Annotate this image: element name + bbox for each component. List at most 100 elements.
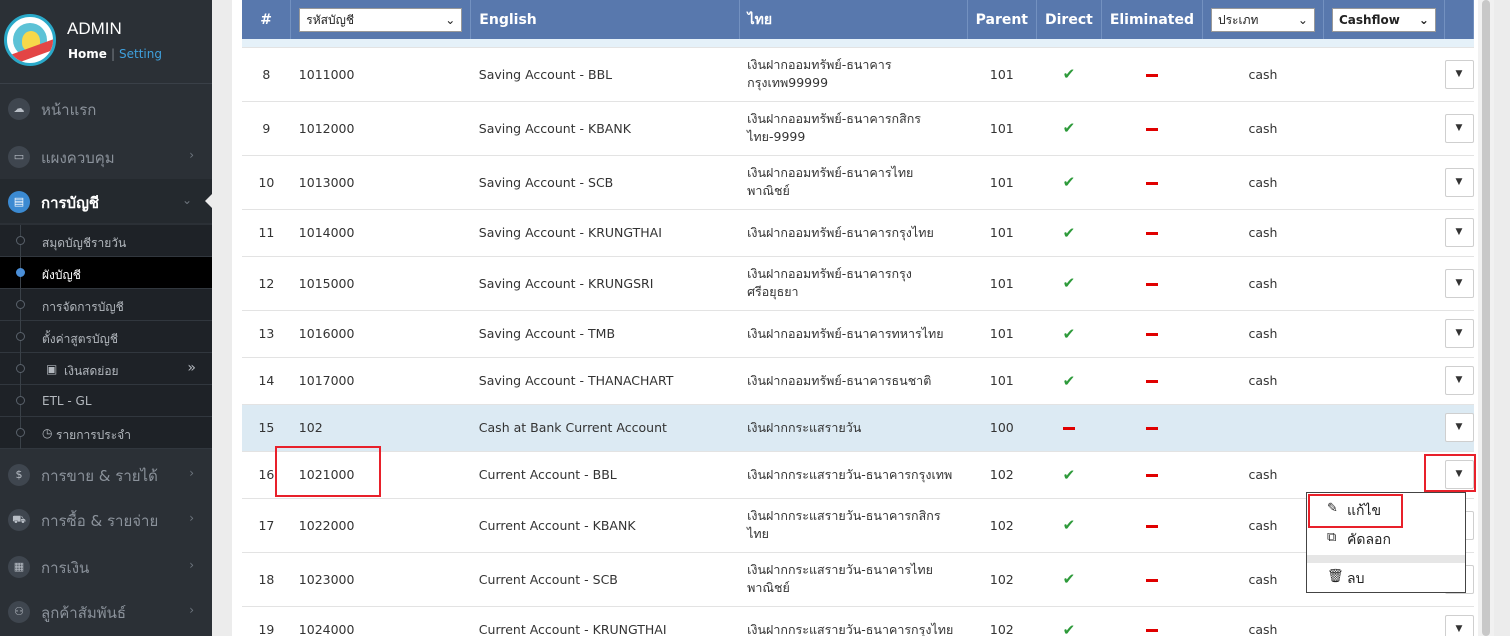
- cashflow-type: [1202, 404, 1324, 452]
- row-dropdown-button[interactable]: ▼: [1444, 413, 1474, 442]
- dash-icon: [1145, 181, 1158, 185]
- row-num: 12: [242, 256, 291, 311]
- menu-item-copy[interactable]: ⧉ คัดลอก: [1307, 525, 1465, 553]
- dash-icon: [1145, 73, 1158, 77]
- thai-name-line1: เงินฝากออมทรัพย์-ธนาคารไทย: [747, 165, 914, 180]
- actions-cell: ▼: [1444, 209, 1474, 257]
- subnav-item-chart-of-accounts[interactable]: ผังบัญชี: [0, 257, 212, 289]
- subnav-item-petty-cash[interactable]: ▣ เงินสดย่อย »: [0, 353, 212, 385]
- direct-flag: ✔: [1036, 155, 1102, 210]
- dash-icon: [1145, 232, 1158, 235]
- parent-code: 102: [967, 552, 1037, 607]
- subnav-item-etl-gl[interactable]: ETL - GL: [0, 385, 212, 417]
- eliminated-flag: [1101, 101, 1203, 156]
- cashflow-cell: [1323, 209, 1445, 257]
- table-row[interactable]: 11 1014000 Saving Account - KRUNGTHAI เงินฝ…: [242, 209, 1474, 257]
- nav-item-home[interactable]: ☁ หน้าแรก: [0, 86, 212, 130]
- thai-name: เงินฝากออมทรัพย์-ธนาคารทหารไทย: [739, 310, 968, 358]
- check-icon: ✔: [1062, 173, 1076, 191]
- dash-icon: [1145, 578, 1158, 582]
- parent-code: 101: [967, 47, 1037, 102]
- subnav-item-account-formula[interactable]: ตั้งค่าสูตรบัญชี: [0, 321, 212, 353]
- eliminated-flag: [1101, 498, 1203, 553]
- english-name: Cash at Bank Current Account: [470, 404, 740, 452]
- subnav-item-account-management[interactable]: การจัดการบัญชี: [0, 289, 212, 321]
- table-row[interactable]: 9 1012000 Saving Account - KBANK เงินฝากออม…: [242, 101, 1474, 156]
- highlight-box-code: [275, 446, 381, 497]
- account-code: 1013000: [290, 155, 471, 210]
- cashflow-type: cash: [1202, 209, 1324, 257]
- nav-item-crm[interactable]: ⚇ ลูกค้าสัมพันธ์ ›: [0, 589, 212, 633]
- table-row[interactable]: 14 1017000 Saving Account - THANACHART เงิน…: [242, 357, 1474, 405]
- col-parent: Parent: [967, 0, 1038, 39]
- dollar-icon: $: [8, 464, 30, 486]
- active-caret: [205, 194, 212, 208]
- vertical-scrollbar[interactable]: [1478, 0, 1494, 636]
- thai-name: เงินฝากกระแสรายวัน-ธนาคารไทย พาณิชย์: [739, 552, 968, 607]
- nav-item-sales[interactable]: $ การขาย & รายได้ ›: [0, 452, 212, 496]
- check-icon: ✔: [1062, 620, 1076, 636]
- row-dropdown-button[interactable]: ▼: [1444, 268, 1474, 298]
- clock-icon: ◷: [42, 426, 53, 440]
- row-dropdown-button[interactable]: ▼: [1444, 218, 1474, 247]
- parent-code: 101: [967, 310, 1037, 358]
- thai-name-line1: เงินฝากออมทรัพย์-ธนาคารทหารไทย: [747, 325, 944, 341]
- home-link[interactable]: Home: [68, 47, 107, 61]
- account-code: 1016000: [290, 310, 471, 358]
- table-row[interactable]: 12 1015000 Saving Account - KRUNGSRI เงินฝา…: [242, 256, 1474, 311]
- bullet-icon: [16, 236, 25, 245]
- nav-item-purchases[interactable]: ⛟ การซื้อ & รายจ่าย ›: [0, 497, 212, 541]
- dash-icon: [1145, 524, 1158, 528]
- chevron-down-icon: ⌄: [1418, 12, 1429, 27]
- subnav-label: ผังบัญชี: [42, 268, 81, 282]
- english-name: Saving Account - KRUNGTHAI: [470, 209, 740, 257]
- direct-flag: [1036, 404, 1102, 452]
- table-row[interactable]: 19 1024000 Current Account - KRUNGTHAI เงิน…: [242, 606, 1474, 636]
- code-filter-select[interactable]: รหัสบัญชี ⌄: [299, 7, 463, 32]
- table-row[interactable]: 18 1023000 Current Account - SCB เงินฝากกระ…: [242, 552, 1474, 607]
- row-dropdown-button[interactable]: ▼: [1444, 59, 1474, 89]
- thai-name: เงินฝากออมทรัพย์-ธนาคารธนชาติ: [739, 357, 968, 405]
- thai-name: เงินฝากออมทรัพย์-ธนาคารกสิกร ไทย-9999: [739, 101, 968, 156]
- row-dropdown-button[interactable]: ▼: [1444, 167, 1474, 197]
- nav-label: หน้าแรก: [41, 101, 97, 119]
- table-row[interactable]: 17 1022000 Current Account - KBANK เงินฝากก…: [242, 498, 1474, 553]
- thai-name-line2: กรุงเทพ99999: [747, 75, 829, 90]
- table-row[interactable]: 16 1021000 Current Account - BBL เงินฝากกระ…: [242, 451, 1474, 499]
- thai-name-line1: เงินฝากออมทรัพย์-ธนาคารธนชาติ: [747, 372, 932, 388]
- chevron-right-icon: ›: [189, 558, 194, 572]
- table-row[interactable]: 10 1013000 Saving Account - SCB เงินฝากออมท…: [242, 155, 1474, 210]
- nav-item-accounting[interactable]: ▤ การบัญชี ⌄: [0, 179, 212, 223]
- setting-link[interactable]: Setting: [119, 47, 162, 61]
- dash-icon: [1062, 427, 1075, 430]
- row-dropdown-button[interactable]: ▼: [1444, 615, 1474, 636]
- chevron-right-icon: ›: [189, 511, 194, 525]
- nav-item-finance[interactable]: ▦ การเงิน ›: [0, 544, 212, 588]
- type-filter-select[interactable]: ประเภท ⌄: [1210, 7, 1315, 32]
- table-row[interactable]: 8 1011000 Saving Account - BBL เงินฝากออมทร…: [242, 47, 1474, 102]
- check-icon: ✔: [1062, 465, 1076, 484]
- subnav-item-recurring[interactable]: ◷ รายการประจำ: [0, 417, 212, 449]
- row-dropdown-button[interactable]: ▼: [1444, 366, 1474, 395]
- row-num: 9: [242, 101, 291, 156]
- parent-code: 100: [967, 404, 1037, 452]
- row-dropdown-button[interactable]: ▼: [1444, 113, 1474, 143]
- row-num: 15: [242, 404, 291, 452]
- parent-code: 102: [967, 498, 1037, 553]
- row-dropdown-button[interactable]: ▼: [1444, 319, 1474, 348]
- thai-name-line1: เงินฝากออมทรัพย์-ธนาคารกรุงไทย: [747, 224, 934, 240]
- table-row[interactable]: 15 102 Cash at Bank Current Account เงินฝาก…: [242, 404, 1474, 452]
- dash-icon: [1145, 333, 1158, 336]
- account-code: 1017000: [290, 357, 471, 405]
- english-name: Current Account - BBL: [470, 451, 740, 499]
- thai-name: เงินฝากออมทรัพย์-ธนาคารไทย พาณิชย์: [739, 155, 968, 210]
- brand-header: ADMIN Home | Setting: [0, 0, 212, 84]
- menu-item-delete[interactable]: 🗑 ลบ: [1307, 564, 1465, 592]
- row-num: 17: [242, 498, 291, 553]
- cashflow-filter-select[interactable]: Cashflow ⌄: [1331, 7, 1436, 32]
- table-row[interactable]: 13 1016000 Saving Account - TMB เงินฝากออมท…: [242, 310, 1474, 358]
- nav-item-dashboard[interactable]: ▭ แผงควบคุม ›: [0, 134, 212, 178]
- subnav-item-journal[interactable]: สมุดบัญชีรายวัน: [0, 225, 212, 257]
- highlight-box-dropdown-button: [1424, 454, 1476, 492]
- cashflow-cell: [1323, 606, 1445, 636]
